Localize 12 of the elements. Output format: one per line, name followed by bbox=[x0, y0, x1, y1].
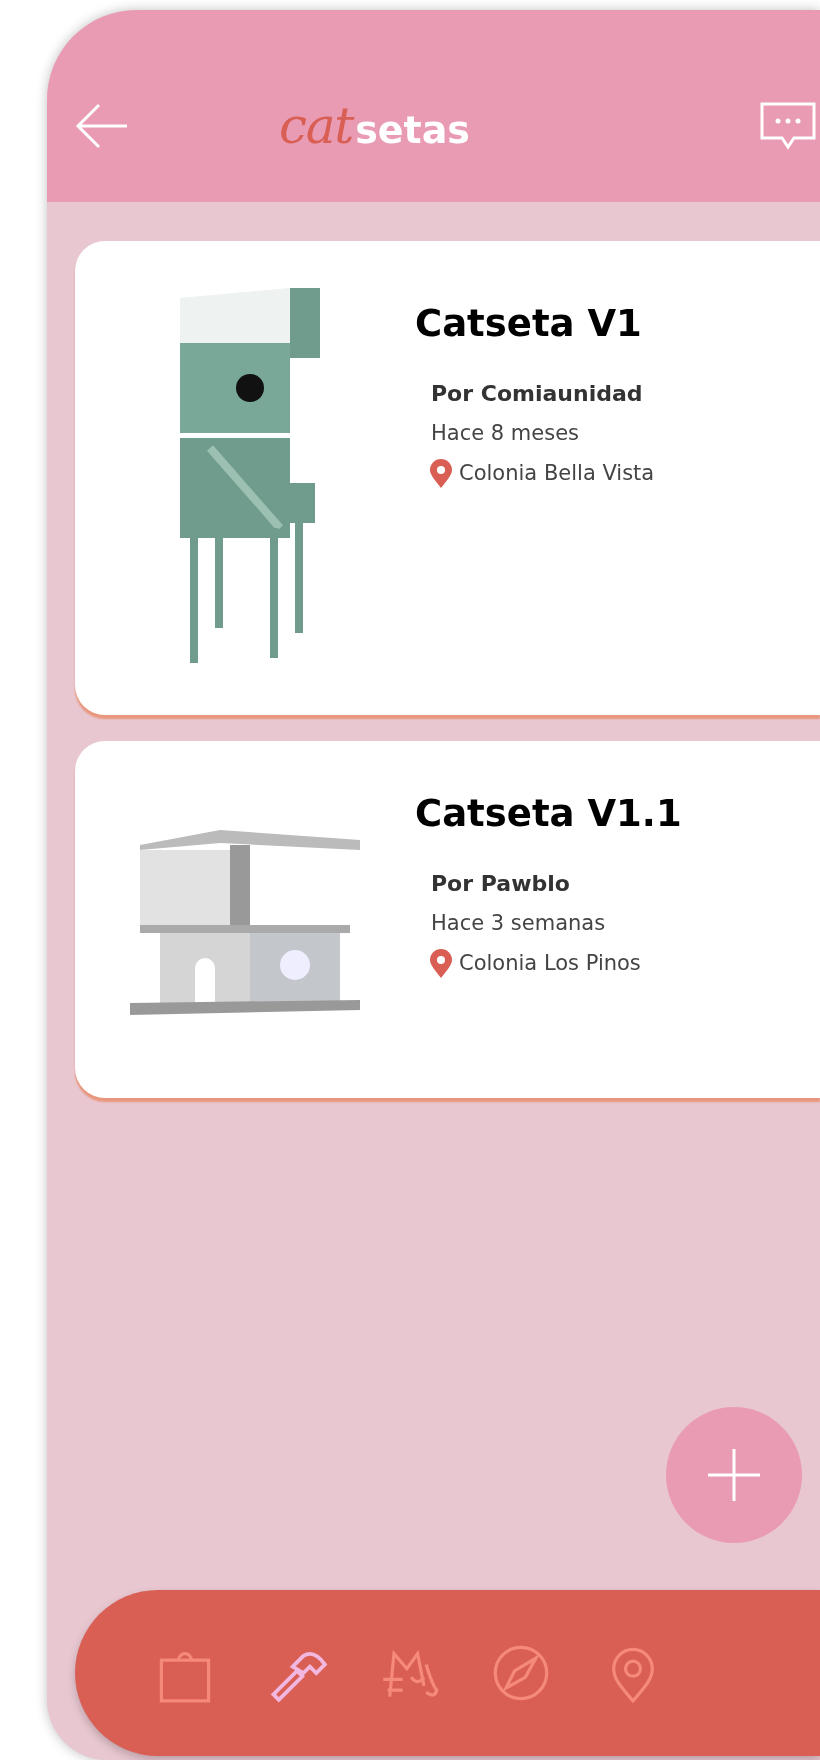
listing-card[interactable]: Catseta V1.1 Por Pawblo Hace 3 semanas Colonia Los Pinos bbox=[75, 741, 820, 1098]
logo-text: setas bbox=[355, 111, 470, 149]
time-text: Hace 3 semanas bbox=[431, 910, 607, 938]
card-title: Catseta V1.1 bbox=[415, 791, 682, 837]
logo-text: cat bbox=[279, 101, 354, 151]
listing-card[interactable]: Catseta V1 Por Comiaunidad Hace 8 meses Colonia Bella Vista bbox=[75, 241, 820, 715]
location-text: Colonia Los Pinos bbox=[459, 949, 641, 977]
author-text: Por Pawblo bbox=[431, 870, 571, 899]
time-text: Hace 8 meses bbox=[431, 420, 580, 448]
author-text: Por Comiaunidad bbox=[431, 380, 644, 409]
card-title: Catseta V1 bbox=[415, 301, 643, 347]
location-text: Colonia Bella Vista bbox=[459, 459, 655, 487]
